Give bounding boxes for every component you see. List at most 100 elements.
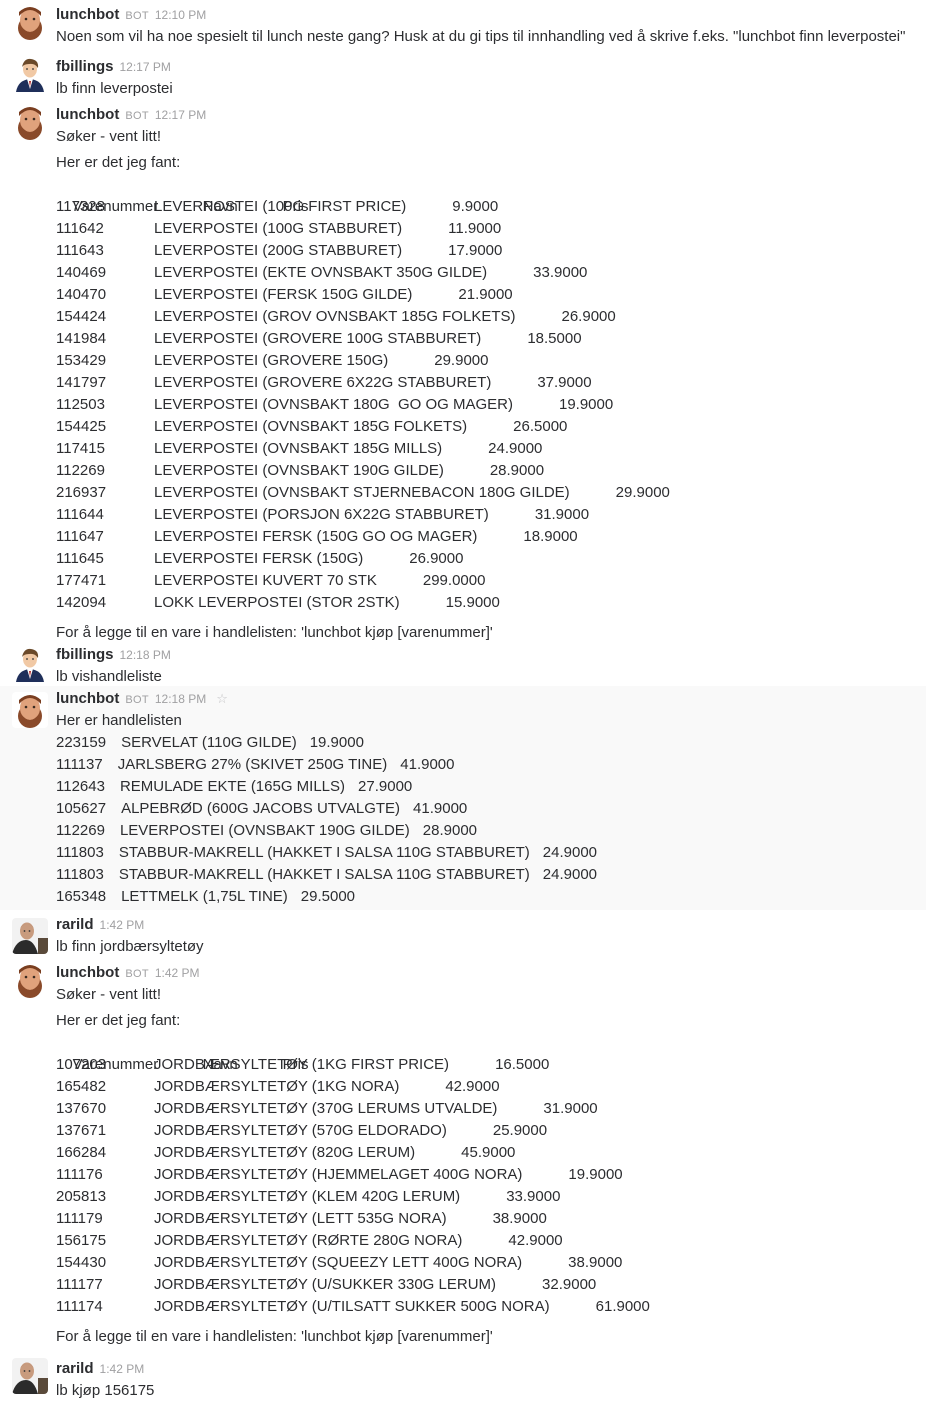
message-timestamp[interactable]: 12:17 PM xyxy=(120,60,171,74)
message-text: Her er det jeg fant: xyxy=(56,154,181,171)
item-price: 24.9000 xyxy=(542,866,598,883)
item-number: 112503 xyxy=(56,396,105,413)
table-row: 140470 LEVERPOSTEI (FERSK 150G GILDE) 21.9… xyxy=(56,284,926,306)
table-row: 205813 JORDBÆRSYLTETØY (KLEM 420G LERUM) 3… xyxy=(56,1186,926,1208)
message-author[interactable]: lunchbot xyxy=(56,964,119,981)
item-price: 37.9000 xyxy=(537,374,592,391)
item-price: 42.9000 xyxy=(508,1232,563,1249)
bot-badge: BOT xyxy=(125,694,149,706)
table-row: 137671 JORDBÆRSYLTETØY (570G ELDORADO) 25.… xyxy=(56,1120,926,1142)
item-number: 141797 xyxy=(56,374,107,391)
message-author[interactable]: lunchbot xyxy=(56,690,119,707)
item-name: LEVERPOSTEI (GROVERE 6X22G STABBURET) xyxy=(154,374,492,391)
item-price: 15.9000 xyxy=(445,594,500,611)
table-row: 166284 JORDBÆRSYLTETØY (820G LERUM) 45.900… xyxy=(56,1142,926,1164)
avatar[interactable] xyxy=(12,918,48,954)
item-number: 111177 xyxy=(56,1276,103,1293)
table-row: 154430 JORDBÆRSYLTETØY (SQUEEZY LETT 400G… xyxy=(56,1252,926,1274)
table-header: Varenummer Navn Pris xyxy=(56,1032,926,1073)
table-row: 111643 LEVERPOSTEI (200G STABBURET) 17.900… xyxy=(56,240,926,262)
list-item: 223159 SERVELAT (110G GILDE) 19.9000 xyxy=(56,732,926,754)
message-timestamp[interactable]: 12:18 PM xyxy=(120,648,171,662)
item-name: LETTMELK (1,75L TINE) xyxy=(121,888,288,905)
table-row: 141984 LEVERPOSTEI (GROVERE 100G STABBURE… xyxy=(56,328,926,350)
message-text: Her er det jeg fant: xyxy=(56,1012,181,1029)
item-price: 26.9000 xyxy=(409,550,464,567)
item-name: LOKK LEVERPOSTEI (STOR 2STK) xyxy=(154,594,400,611)
item-price: 29.5000 xyxy=(300,888,356,905)
table-row: 140469 LEVERPOSTEI (EKTE OVNSBAKT 350G GI… xyxy=(56,262,926,284)
item-number: 165348 xyxy=(56,888,107,905)
avatar[interactable] xyxy=(12,692,48,728)
message: lunchbot BOT 1:42 PM Søker - vent litt! He… xyxy=(0,958,926,1358)
rarild-avatar-icon xyxy=(12,918,48,954)
item-name: LEVERPOSTEI (OVNSBAKT 190G GILDE) xyxy=(119,822,410,839)
avatar[interactable] xyxy=(12,646,48,682)
item-number: 205813 xyxy=(56,1188,107,1205)
item-name: LEVERPOSTEI (100G FIRST PRICE) xyxy=(154,198,407,215)
message-hovered: lunchbot BOT 12:18 PM ☆ Her er handlelisten… xyxy=(0,686,926,910)
item-name: JARLSBERG 27% (SKIVET 250G TINE) xyxy=(117,756,388,773)
message-author[interactable]: rarild xyxy=(56,916,94,933)
item-number: 107203 xyxy=(56,1056,107,1073)
bot-badge: BOT xyxy=(125,10,149,22)
message-author[interactable]: lunchbot xyxy=(56,6,119,23)
item-number: 153429 xyxy=(56,352,107,369)
item-price: 19.9000 xyxy=(309,734,364,751)
table-row: 154425 LEVERPOSTEI (OVNSBAKT 185G FOLKETS… xyxy=(56,416,926,438)
item-number: 154430 xyxy=(56,1254,107,1271)
table-row: 177471 LEVERPOSTEI KUVERT 70 STK 299.0000 xyxy=(56,570,926,592)
item-name: JORDBÆRSYLTETØY (1KG FIRST PRICE) xyxy=(154,1056,450,1073)
item-number: 111645 xyxy=(56,550,104,567)
item-number: 154425 xyxy=(56,418,107,435)
message-author[interactable]: fbillings xyxy=(56,646,114,663)
item-price: 16.5000 xyxy=(495,1056,550,1073)
item-name: JORDBÆRSYLTETØY (820G LERUM) xyxy=(154,1144,416,1161)
message: lunchbot BOT 12:10 PM Noen som vil ha noe … xyxy=(0,0,926,52)
message-text: Noen som vil ha noe spesielt til lunch n… xyxy=(56,28,906,45)
item-number: 140469 xyxy=(56,264,107,281)
item-name: JORDBÆRSYLTETØY (U/TILSATT SUKKER 500G N… xyxy=(154,1298,550,1315)
message-author[interactable]: rarild xyxy=(56,1360,94,1377)
avatar[interactable] xyxy=(12,56,48,92)
item-price: 18.5000 xyxy=(527,330,582,347)
item-name: LEVERPOSTEI (100G STABBURET) xyxy=(154,220,403,237)
avatar[interactable] xyxy=(12,962,48,998)
message-text: Søker - vent litt! xyxy=(56,986,162,1003)
list-item: 112643 REMULADE EKTE (165G MILLS) 27.9000 xyxy=(56,776,926,798)
avatar[interactable] xyxy=(12,104,48,140)
item-number: 154424 xyxy=(56,308,107,325)
item-name: SERVELAT (110G GILDE) xyxy=(121,734,297,751)
lunchbot-avatar-icon xyxy=(12,962,48,998)
avatar[interactable] xyxy=(12,1358,48,1394)
item-price: 38.9000 xyxy=(492,1210,547,1227)
message: fbillings 12:17 PM lb finn leverpostei xyxy=(0,52,926,100)
message-author[interactable]: lunchbot xyxy=(56,106,119,123)
star-icon[interactable]: ☆ xyxy=(216,691,228,706)
item-name: STABBUR-MAKRELL (HAKKET I SALSA 110G STA… xyxy=(118,844,530,861)
message-author[interactable]: fbillings xyxy=(56,58,114,75)
item-number: 156175 xyxy=(56,1232,107,1249)
item-number: 105627 xyxy=(56,800,107,817)
message-timestamp[interactable]: 12:10 PM xyxy=(155,8,206,22)
message-timestamp[interactable]: 1:42 PM xyxy=(100,918,145,932)
item-price: 9.9000 xyxy=(452,198,499,215)
item-number: 111643 xyxy=(56,242,104,259)
table-row: 142094 LOKK LEVERPOSTEI (STOR 2STK) 15.900… xyxy=(56,592,926,614)
list-item: 111803 STABBUR-MAKRELL (HAKKET I SALSA 11… xyxy=(56,864,926,886)
table-row: 165482 JORDBÆRSYLTETØY (1KG NORA) 42.9000 xyxy=(56,1076,926,1098)
table-row: 107203 JORDBÆRSYLTETØY (1KG FIRST PRICE) 1… xyxy=(56,1054,926,1076)
message-timestamp[interactable]: 12:18 PM xyxy=(155,692,206,706)
message-timestamp[interactable]: 1:42 PM xyxy=(100,1362,145,1376)
bot-badge: BOT xyxy=(125,110,149,122)
item-number: 137670 xyxy=(56,1100,107,1117)
avatar[interactable] xyxy=(12,4,48,40)
item-price: 45.9000 xyxy=(461,1144,516,1161)
message: rarild 1:42 PM lb kjøp 156175 xyxy=(0,1358,926,1410)
message-timestamp[interactable]: 1:42 PM xyxy=(155,966,200,980)
message-text: lb finn jordbærsyltetøy xyxy=(56,938,204,955)
item-price: 17.9000 xyxy=(448,242,503,259)
item-price: 28.9000 xyxy=(422,822,478,839)
table-row: 112503 LEVERPOSTEI (OVNSBAKT 180G GO OG M… xyxy=(56,394,926,416)
message-timestamp[interactable]: 12:17 PM xyxy=(155,108,206,122)
